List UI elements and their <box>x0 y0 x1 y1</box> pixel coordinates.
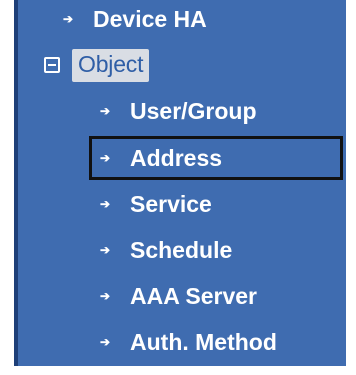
nav-item-user-group[interactable]: ➔ User/Group <box>97 92 257 130</box>
nav-item-label: Schedule <box>130 236 233 263</box>
collapse-minus-icon[interactable] <box>44 57 60 73</box>
nav-item-label: Auth. Method <box>130 328 277 355</box>
arrow-right-icon: ➔ <box>99 197 111 211</box>
arrow-right-icon: ➔ <box>99 243 111 257</box>
nav-item-service[interactable]: ➔ Service <box>97 185 212 223</box>
screenshot-frame: ➔ Device HA Object ➔ User/Group ➔ Addres… <box>0 0 356 375</box>
arrow-right-icon: ➔ <box>99 104 111 118</box>
nav-item-label: User/Group <box>130 97 257 124</box>
arrow-right-icon: ➔ <box>99 289 111 303</box>
nav-item-label: Device HA <box>93 5 207 32</box>
nav-group-label: Object <box>72 48 150 82</box>
address-highlight-box <box>89 136 343 180</box>
navigation-panel: ➔ Device HA Object ➔ User/Group ➔ Addres… <box>14 0 346 366</box>
arrow-right-icon: ➔ <box>99 335 111 349</box>
nav-item-aaa-server[interactable]: ➔ AAA Server <box>97 277 257 315</box>
nav-group-object[interactable]: Object <box>44 46 150 84</box>
arrow-right-icon: ➔ <box>62 12 74 26</box>
nav-item-device-ha[interactable]: ➔ Device HA <box>60 0 207 38</box>
nav-item-schedule[interactable]: ➔ Schedule <box>97 231 232 269</box>
nav-item-auth-method[interactable]: ➔ Auth. Method <box>97 323 277 361</box>
nav-item-label: AAA Server <box>130 282 257 309</box>
nav-item-label: Service <box>130 190 212 217</box>
